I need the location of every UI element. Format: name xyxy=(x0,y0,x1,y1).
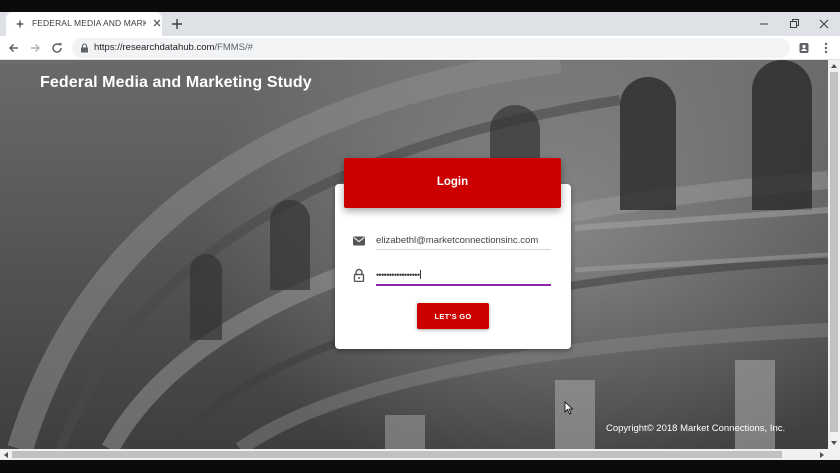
login-header-title: Login xyxy=(436,176,469,188)
profile-icon[interactable] xyxy=(797,41,811,55)
padlock-icon xyxy=(353,268,365,282)
login-header: Login xyxy=(344,158,561,208)
email-underline xyxy=(376,249,551,250)
close-icon[interactable] xyxy=(816,16,832,32)
site-title: Federal Media and Marketing Study xyxy=(40,74,312,91)
lets-go-button[interactable]: LET'S GO xyxy=(417,303,489,329)
close-icon[interactable] xyxy=(152,18,162,28)
scroll-up-icon[interactable] xyxy=(830,62,838,70)
password-mask: ••••••••••••••••• xyxy=(376,270,420,280)
text-caret xyxy=(420,270,422,279)
lock-icon xyxy=(81,43,88,53)
tab-title: FEDERAL MEDIA AND MARKETING xyxy=(32,18,146,28)
horizontal-scroll-thumb[interactable] xyxy=(12,451,782,458)
scroll-down-icon[interactable] xyxy=(830,439,838,447)
email-value: elizabethl@marketconnectionsinc.com xyxy=(376,235,539,246)
mail-icon xyxy=(353,236,365,246)
screen: FEDERAL MEDIA AND MARKETING xyxy=(0,0,840,473)
reload-icon[interactable] xyxy=(50,41,64,55)
plus-icon[interactable] xyxy=(170,17,184,31)
url-host: https://researchdatahub.com xyxy=(94,42,215,53)
email-field[interactable]: elizabethl@marketconnectionsinc.com xyxy=(376,230,551,250)
back-icon[interactable] xyxy=(7,41,21,55)
horizontal-scrollbar[interactable] xyxy=(0,449,840,460)
password-field[interactable]: ••••••••••••••••• xyxy=(376,266,551,286)
browser-tabstrip: FEDERAL MEDIA AND MARKETING xyxy=(0,12,840,36)
password-underline xyxy=(376,284,551,286)
restore-icon[interactable] xyxy=(786,16,802,32)
tab-favicon-icon xyxy=(15,19,25,29)
password-value: ••••••••••••••••• xyxy=(376,270,422,280)
more-icon[interactable] xyxy=(819,41,833,55)
minimize-icon[interactable] xyxy=(756,16,772,32)
copyright-text: Copyright© 2018 Market Connections, Inc. xyxy=(606,423,786,434)
page-viewport: Federal Media and Marketing Study Login … xyxy=(0,60,828,449)
forward-icon[interactable] xyxy=(28,41,42,55)
browser-tab[interactable]: FEDERAL MEDIA AND MARKETING xyxy=(6,12,162,36)
scroll-right-icon[interactable] xyxy=(818,451,826,459)
vertical-scroll-thumb[interactable] xyxy=(830,72,838,432)
url-path: /FMMS/# xyxy=(214,42,253,53)
vertical-scrollbar[interactable] xyxy=(828,60,840,449)
scroll-left-icon[interactable] xyxy=(2,451,10,459)
url-text: https://researchdatahub.com/FMMS/# xyxy=(94,42,253,53)
address-bar[interactable]: https://researchdatahub.com/FMMS/# xyxy=(72,38,790,58)
mouse-cursor-icon xyxy=(564,401,574,415)
browser-toolbar: https://researchdatahub.com/FMMS/# xyxy=(0,36,840,60)
